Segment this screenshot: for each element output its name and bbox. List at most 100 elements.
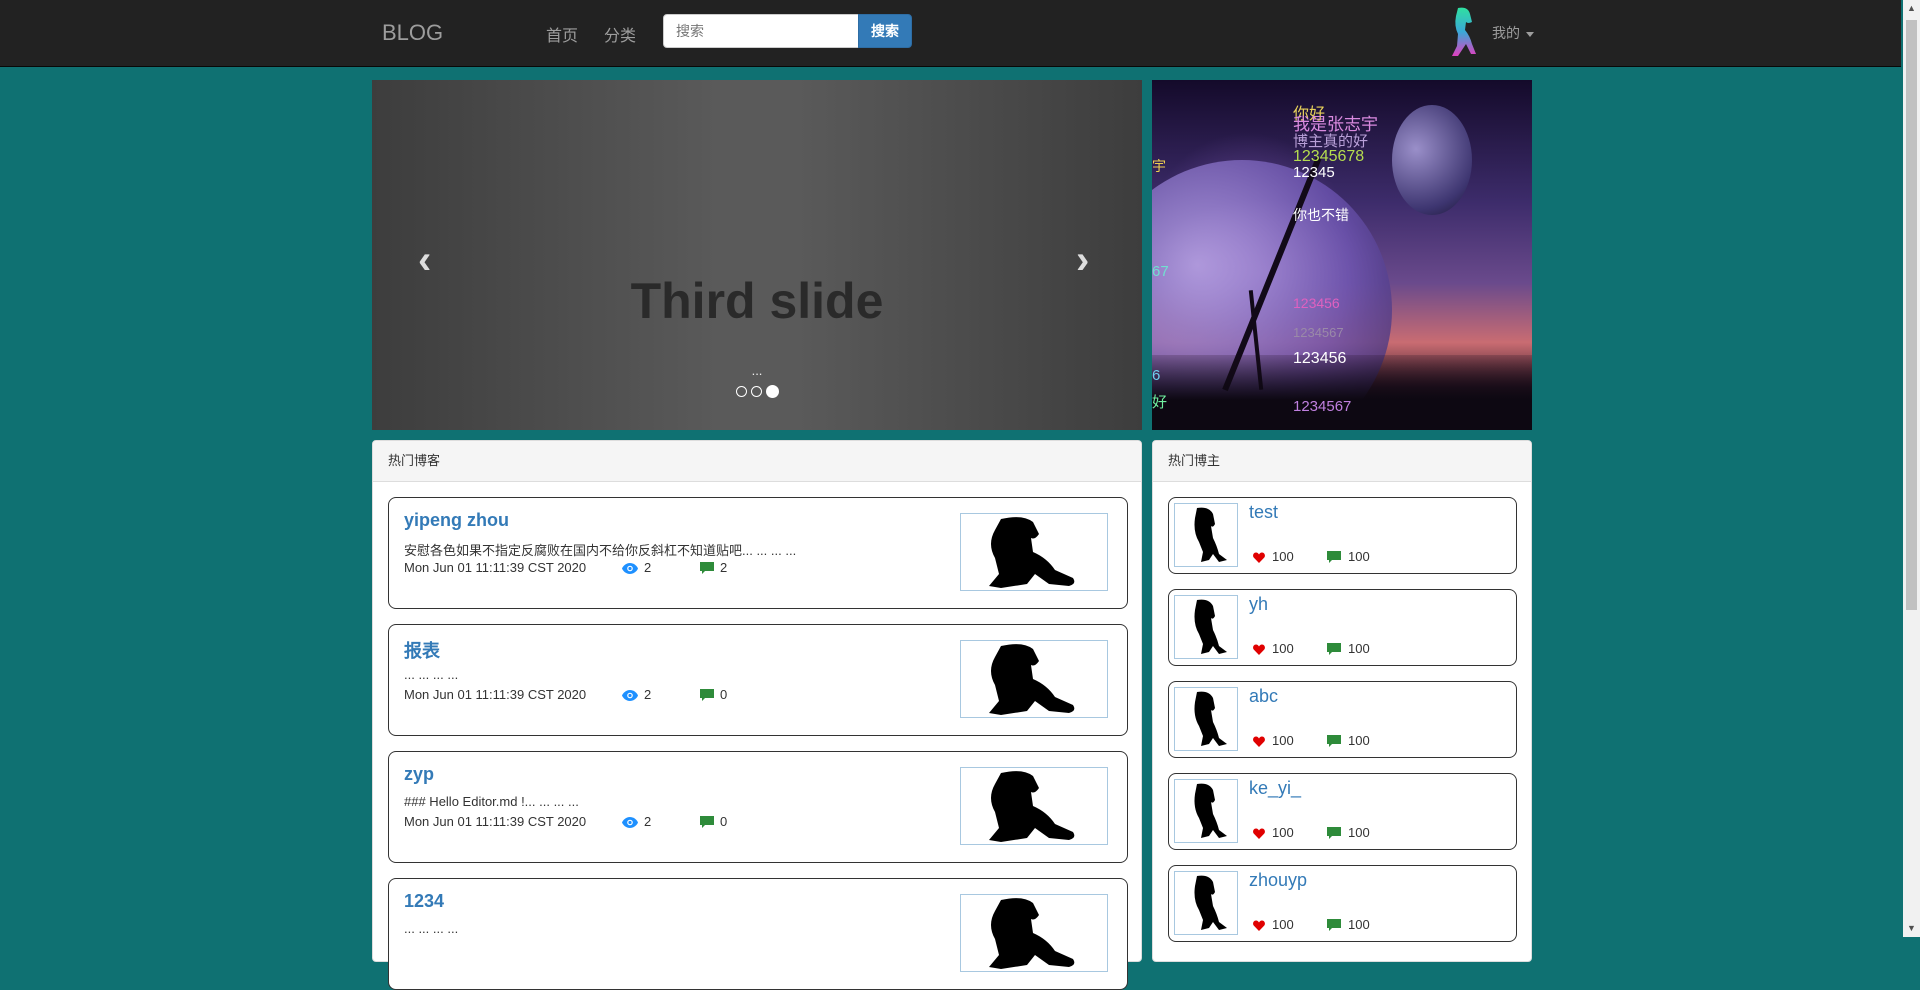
page-scrollbar[interactable]: ▲ ▼ bbox=[1903, 0, 1920, 937]
blogger-name[interactable]: abc bbox=[1249, 686, 1278, 707]
silhouette-image bbox=[989, 517, 1075, 588]
danmaku-message: 67 bbox=[1152, 263, 1169, 280]
brand-logo[interactable]: BLOG bbox=[382, 20, 443, 46]
user-menu-label: 我的 bbox=[1492, 25, 1520, 41]
carousel-indicators bbox=[372, 383, 1142, 401]
comment-count-value: 100 bbox=[1348, 825, 1370, 840]
like-count: 100 bbox=[1253, 825, 1294, 840]
scroll-down-icon[interactable]: ▼ bbox=[1903, 920, 1920, 937]
search-input[interactable] bbox=[663, 14, 859, 48]
nav-category-link[interactable]: 分类 bbox=[604, 22, 636, 46]
scroll-up-icon[interactable]: ▲ bbox=[1903, 0, 1920, 17]
silhouette-image bbox=[989, 644, 1075, 715]
like-count-value: 100 bbox=[1272, 733, 1294, 748]
blog-summary: ... ... ... ... bbox=[404, 921, 459, 936]
comment-count: 2 bbox=[700, 560, 727, 575]
comment-icon bbox=[700, 689, 714, 701]
like-count-value: 100 bbox=[1272, 825, 1294, 840]
like-count: 100 bbox=[1253, 917, 1294, 932]
comment-count-value: 2 bbox=[720, 560, 728, 575]
carousel-indicator-active[interactable] bbox=[765, 385, 779, 399]
view-count: 2 bbox=[622, 560, 651, 575]
blog-date: Mon Jun 01 11:11:39 CST 2020 bbox=[404, 687, 587, 702]
danmaku-message: 123456 bbox=[1293, 350, 1347, 367]
blog-title[interactable]: 1234 bbox=[404, 891, 444, 912]
blogger-name[interactable]: test bbox=[1249, 502, 1278, 523]
danmaku-message: 123456 bbox=[1293, 295, 1340, 311]
blog-title[interactable]: 报表 bbox=[404, 637, 440, 663]
user-avatar-icon[interactable] bbox=[1446, 6, 1482, 58]
danmaku-message: 1234567 bbox=[1293, 398, 1352, 415]
blog-summary: ... ... ... ... bbox=[404, 667, 459, 682]
comment-count-value: 100 bbox=[1348, 641, 1370, 656]
blog-thumbnail[interactable] bbox=[960, 640, 1108, 718]
comment-icon bbox=[1327, 643, 1341, 655]
blog-title[interactable]: yipeng zhou bbox=[404, 510, 509, 531]
hot-bloggers-heading: 热门博主 bbox=[1153, 441, 1531, 482]
silhouette-image bbox=[989, 771, 1075, 842]
blogger-name[interactable]: ke_yi_ bbox=[1249, 778, 1301, 799]
blogger-card[interactable]: ke_yi_ 100 100 bbox=[1168, 773, 1517, 850]
blogger-name[interactable]: zhouyp bbox=[1249, 870, 1307, 891]
hot-bloggers-panel: 热门博主 test 100 100 yh 100 100 abc 100 100… bbox=[1152, 440, 1532, 962]
comment-count: 0 bbox=[700, 814, 727, 829]
comment-count: 100 bbox=[1327, 549, 1370, 564]
search-button[interactable]: 搜索 bbox=[858, 14, 912, 48]
view-count: 2 bbox=[622, 687, 651, 702]
comment-icon bbox=[1327, 827, 1341, 839]
blog-card[interactable]: zyp ### Hello Editor.md !... ... ... ...… bbox=[388, 751, 1128, 863]
blog-thumbnail[interactable] bbox=[960, 513, 1108, 591]
blog-summary: 安慰各色如果不指定反腐败在国内不给你反斜杠不知道贴吧... ... ... ..… bbox=[404, 543, 797, 558]
blogger-card[interactable]: abc 100 100 bbox=[1168, 681, 1517, 758]
silhouette-image bbox=[989, 898, 1075, 969]
heart-icon bbox=[1253, 736, 1265, 747]
blogger-card[interactable]: yh 100 100 bbox=[1168, 589, 1517, 666]
comment-count: 100 bbox=[1327, 641, 1370, 656]
comment-count: 100 bbox=[1327, 917, 1370, 932]
blogger-card[interactable]: test 100 100 bbox=[1168, 497, 1517, 574]
like-count-value: 100 bbox=[1272, 549, 1294, 564]
carousel-indicator[interactable] bbox=[735, 386, 747, 398]
danmaku-message: 12345 bbox=[1293, 164, 1335, 181]
comment-icon bbox=[1327, 735, 1341, 747]
silhouette-image bbox=[1194, 875, 1227, 930]
comment-icon bbox=[700, 816, 714, 828]
heart-icon bbox=[1253, 828, 1265, 839]
comment-icon bbox=[700, 562, 714, 574]
blogger-name[interactable]: yh bbox=[1249, 594, 1268, 615]
blogger-avatar[interactable] bbox=[1174, 871, 1238, 935]
image-carousel: ‹ › Third slide ... bbox=[372, 80, 1142, 430]
eye-icon bbox=[622, 817, 638, 828]
silhouette-image bbox=[1194, 783, 1227, 838]
blog-card[interactable]: yipeng zhou 安慰各色如果不指定反腐败在国内不给你反斜杠不知道贴吧..… bbox=[388, 497, 1128, 609]
heart-icon bbox=[1253, 552, 1265, 563]
comment-count-value: 100 bbox=[1348, 733, 1370, 748]
carousel-indicator[interactable] bbox=[750, 386, 762, 398]
like-count: 100 bbox=[1253, 549, 1294, 564]
blog-thumbnail[interactable] bbox=[960, 894, 1108, 972]
silhouette-image bbox=[1194, 691, 1227, 746]
danmaku-message: 宇 bbox=[1152, 158, 1166, 174]
user-menu-dropdown[interactable]: 我的 bbox=[1492, 23, 1534, 43]
nav-home-link[interactable]: 首页 bbox=[546, 22, 578, 46]
blog-date: Mon Jun 01 11:11:39 CST 2020 bbox=[404, 560, 587, 575]
blogger-avatar[interactable] bbox=[1174, 503, 1238, 567]
blog-card[interactable]: 报表 ... ... ... ... Mon Jun 01 11:11:39 C… bbox=[388, 624, 1128, 736]
blogger-avatar[interactable] bbox=[1174, 595, 1238, 659]
silhouette-image bbox=[1194, 507, 1227, 562]
blogger-card[interactable]: zhouyp 100 100 bbox=[1168, 865, 1517, 942]
blog-title[interactable]: zyp bbox=[404, 764, 434, 785]
view-count-value: 2 bbox=[644, 560, 652, 575]
caret-down-icon bbox=[1526, 31, 1534, 37]
danmaku-message: 你也不错 bbox=[1293, 207, 1349, 223]
hot-blogs-panel: 热门博客 yipeng zhou 安慰各色如果不指定反腐败在国内不给你反斜杠不知… bbox=[372, 440, 1142, 990]
blogger-avatar[interactable] bbox=[1174, 687, 1238, 751]
blogger-avatar[interactable] bbox=[1174, 779, 1238, 843]
blog-summary: ### Hello Editor.md !... ... ... ... bbox=[404, 794, 579, 809]
blog-date: Mon Jun 01 11:11:39 CST 2020 bbox=[404, 814, 587, 829]
blog-thumbnail[interactable] bbox=[960, 767, 1108, 845]
scrollbar-thumb[interactable] bbox=[1906, 20, 1917, 610]
like-count: 100 bbox=[1253, 733, 1294, 748]
blog-card[interactable]: 1234 ... ... ... ... bbox=[388, 878, 1128, 990]
view-count-value: 2 bbox=[644, 814, 652, 829]
